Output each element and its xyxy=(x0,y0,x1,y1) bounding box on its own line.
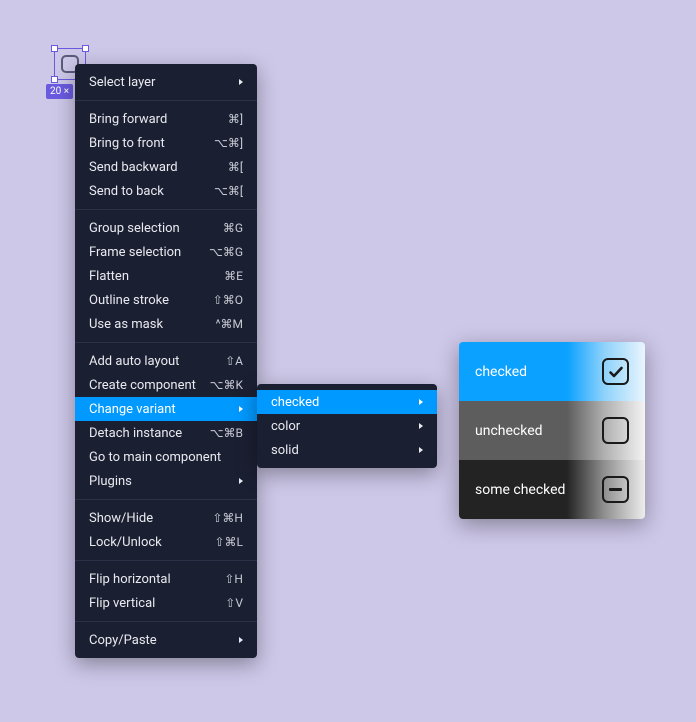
submenu-arrow-icon xyxy=(239,79,243,85)
menu-item-detach-instance[interactable]: Detach instance ⌥⌘B xyxy=(75,421,257,445)
menu-item-label: solid xyxy=(271,443,411,458)
menu-item-label: Lock/Unlock xyxy=(89,535,206,550)
menu-item-label: Plugins xyxy=(89,474,231,489)
menu-item-shortcut: ⌥⌘K xyxy=(210,378,243,392)
menu-item-label: Send to back xyxy=(89,184,206,199)
menu-item-send-to-back[interactable]: Send to back ⌥⌘[ xyxy=(75,179,257,203)
menu-item-outline-stroke[interactable]: Outline stroke ⇧⌘O xyxy=(75,288,257,312)
resize-handle-top-left[interactable] xyxy=(51,45,58,52)
submenu-item-checked[interactable]: checked xyxy=(257,390,437,414)
submenu-arrow-icon xyxy=(419,399,423,405)
menu-item-label: Use as mask xyxy=(89,317,208,332)
menu-item-label: Create component xyxy=(89,378,202,393)
menu-separator xyxy=(75,621,257,622)
menu-item-label: Bring to front xyxy=(89,136,206,151)
menu-item-label: color xyxy=(271,419,411,434)
menu-item-plugins[interactable]: Plugins xyxy=(75,469,257,493)
menu-item-copy-paste[interactable]: Copy/Paste xyxy=(75,628,257,652)
menu-item-label: Go to main component xyxy=(89,450,243,465)
menu-item-label: Show/Hide xyxy=(89,511,204,526)
menu-item-label: Detach instance xyxy=(89,426,202,441)
submenu-arrow-icon xyxy=(419,447,423,453)
variant-label: unchecked xyxy=(475,423,543,439)
checkbox-indeterminate-icon xyxy=(602,476,629,503)
menu-item-shortcut: ⌥⌘[ xyxy=(214,184,243,198)
menu-item-label: Frame selection xyxy=(89,245,201,260)
menu-item-shortcut: ⇧⌘O xyxy=(213,293,243,307)
menu-item-shortcut: ⌘[ xyxy=(228,160,243,174)
submenu-arrow-icon xyxy=(239,406,243,412)
variant-option-checked[interactable]: checked xyxy=(459,342,645,401)
resize-handle-top-right[interactable] xyxy=(82,45,89,52)
menu-separator xyxy=(75,560,257,561)
menu-item-label: checked xyxy=(271,395,411,410)
menu-item-bring-to-front[interactable]: Bring to front ⌥⌘] xyxy=(75,131,257,155)
variant-preview-panel: checked unchecked some checked xyxy=(459,342,645,519)
menu-item-show-hide[interactable]: Show/Hide ⇧⌘H xyxy=(75,506,257,530)
menu-item-go-to-main-component[interactable]: Go to main component xyxy=(75,445,257,469)
menu-separator xyxy=(75,499,257,500)
menu-item-label: Bring forward xyxy=(89,112,220,127)
checkbox-checked-icon xyxy=(602,358,629,385)
menu-item-add-auto-layout[interactable]: Add auto layout ⇧A xyxy=(75,349,257,373)
menu-item-shortcut: ⌘E xyxy=(224,269,243,283)
menu-item-label: Flip vertical xyxy=(89,596,217,611)
submenu-item-color[interactable]: color xyxy=(257,414,437,438)
menu-item-flip-vertical[interactable]: Flip vertical ⇧V xyxy=(75,591,257,615)
menu-separator xyxy=(75,209,257,210)
menu-item-use-as-mask[interactable]: Use as mask ^⌘M xyxy=(75,312,257,336)
menu-item-lock-unlock[interactable]: Lock/Unlock ⇧⌘L xyxy=(75,530,257,554)
variant-label: checked xyxy=(475,364,527,380)
variant-option-unchecked[interactable]: unchecked xyxy=(459,401,645,460)
menu-item-frame-selection[interactable]: Frame selection ⌥⌘G xyxy=(75,240,257,264)
menu-item-shortcut: ⌥⌘B xyxy=(210,426,243,440)
menu-item-shortcut: ⇧⌘L xyxy=(214,535,243,549)
menu-item-shortcut: ⌘G xyxy=(223,221,243,235)
menu-item-shortcut: ⇧H xyxy=(224,572,243,586)
menu-item-flip-horizontal[interactable]: Flip horizontal ⇧H xyxy=(75,567,257,591)
menu-item-flatten[interactable]: Flatten ⌘E xyxy=(75,264,257,288)
menu-item-label: Change variant xyxy=(89,402,231,417)
menu-item-create-component[interactable]: Create component ⌥⌘K xyxy=(75,373,257,397)
menu-item-shortcut: ⇧A xyxy=(225,354,243,368)
menu-item-label: Select layer xyxy=(89,75,231,90)
menu-separator xyxy=(75,100,257,101)
context-menu: Select layer Bring forward ⌘] Bring to f… xyxy=(75,64,257,658)
submenu-item-solid[interactable]: solid xyxy=(257,438,437,462)
submenu-arrow-icon xyxy=(239,478,243,484)
menu-item-shortcut: ⌥⌘] xyxy=(214,136,243,150)
menu-item-change-variant[interactable]: Change variant xyxy=(75,397,257,421)
menu-item-label: Send backward xyxy=(89,160,220,175)
menu-item-bring-forward[interactable]: Bring forward ⌘] xyxy=(75,107,257,131)
variant-label: some checked xyxy=(475,482,565,498)
menu-item-label: Flatten xyxy=(89,269,216,284)
menu-item-shortcut: ⌘] xyxy=(228,112,243,126)
change-variant-submenu: checked color solid xyxy=(257,384,437,468)
menu-item-label: Group selection xyxy=(89,221,215,236)
menu-item-select-layer[interactable]: Select layer xyxy=(75,70,257,94)
menu-item-shortcut: ⇧V xyxy=(225,596,243,610)
submenu-arrow-icon xyxy=(419,423,423,429)
menu-item-label: Outline stroke xyxy=(89,293,205,308)
menu-item-send-backward[interactable]: Send backward ⌘[ xyxy=(75,155,257,179)
resize-handle-bottom-left[interactable] xyxy=(51,76,58,83)
menu-item-label: Add auto layout xyxy=(89,354,217,369)
submenu-arrow-icon xyxy=(239,637,243,643)
menu-item-shortcut: ⇧⌘H xyxy=(212,511,243,525)
variant-option-some-checked[interactable]: some checked xyxy=(459,460,645,519)
menu-item-label: Flip horizontal xyxy=(89,572,216,587)
menu-item-shortcut: ⌥⌘G xyxy=(209,245,243,259)
menu-separator xyxy=(75,342,257,343)
checkbox-unchecked-icon xyxy=(602,417,629,444)
menu-item-group-selection[interactable]: Group selection ⌘G xyxy=(75,216,257,240)
menu-item-shortcut: ^⌘M xyxy=(216,317,244,331)
selection-size-badge: 20 × xyxy=(46,84,73,99)
menu-item-label: Copy/Paste xyxy=(89,633,231,648)
